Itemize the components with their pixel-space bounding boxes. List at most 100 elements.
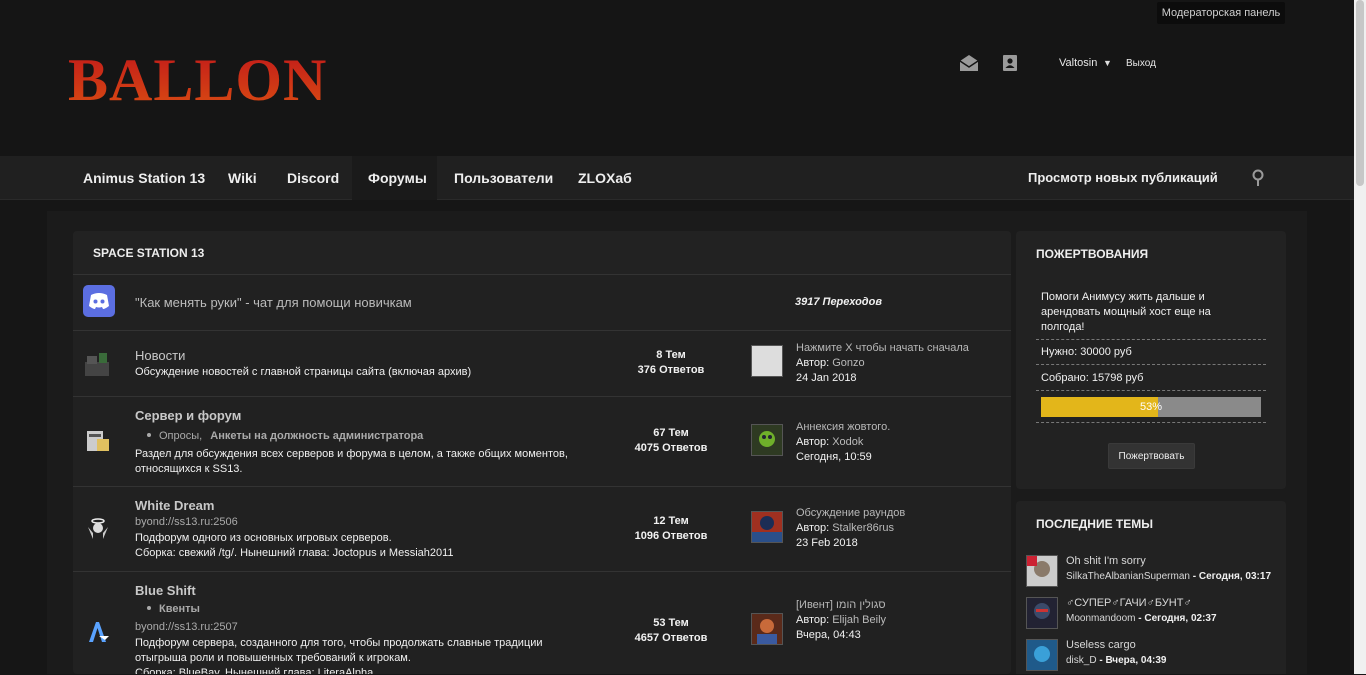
divider — [1036, 422, 1266, 423]
avatar[interactable] — [751, 345, 783, 377]
subforums: Квенты — [135, 603, 200, 615]
forum-row: Blue Shift Квенты byond://ss13.ru:2507 П… — [73, 572, 1011, 674]
forum-title[interactable]: White Dream — [135, 498, 214, 513]
discord-icon — [83, 285, 115, 317]
forum-stats: 8 Тем 376 Ответов — [621, 348, 721, 378]
nav-wiki[interactable]: Wiki — [212, 156, 273, 200]
nav-animus-station[interactable]: Animus Station 13 — [67, 156, 221, 200]
moderator-panel-button[interactable]: Модераторская панель — [1157, 2, 1285, 24]
author-name[interactable]: Gonzo — [832, 357, 864, 369]
forum-title[interactable]: Новости — [135, 348, 185, 363]
latest-topics-widget: ПОСЛЕДНИЕ ТЕМЫ Oh shit I'm sorry SilkaTh… — [1016, 501, 1286, 674]
topic-title[interactable]: ♂СУПЕР♂ГАЧИ♂БУНТ♂ — [1066, 597, 1192, 609]
latest-topic-item[interactable]: Oh shit I'm sorry SilkaTheAlbanianSuperm… — [1026, 555, 1281, 589]
forum-title[interactable]: Сервер и форум — [135, 408, 241, 423]
topic-count: 53 Тем — [653, 617, 689, 629]
mail-icon[interactable] — [959, 54, 979, 72]
topic-count: 12 Тем — [653, 515, 689, 527]
last-post-author: Автор: Elijah Beily — [796, 614, 886, 626]
new-posts-link[interactable]: Просмотр новых публикаций — [1028, 156, 1218, 200]
redirect-row[interactable]: "Как менять руки" - чат для помощи нович… — [73, 275, 1011, 331]
avatar[interactable] — [1026, 597, 1058, 629]
forum-icon — [83, 513, 113, 543]
topic-author[interactable]: Moonmandoom — [1066, 613, 1135, 624]
last-post-date: Вчера, 04:43 — [796, 629, 861, 641]
topic-time: - Вчера, 04:39 — [1096, 655, 1167, 666]
logout-link[interactable]: Выход — [1126, 58, 1156, 69]
map-pin-icon[interactable] — [1252, 169, 1264, 187]
last-post-title[interactable]: [Ивент] סגולין הומו — [796, 599, 886, 611]
forum-stats: 12 Тем 1096 Ответов — [621, 514, 721, 544]
donation-progress-bar: 53% — [1041, 397, 1261, 417]
bullet-icon — [147, 606, 151, 611]
divider — [1036, 390, 1266, 391]
topic-time: - Сегодня, 03:17 — [1189, 571, 1272, 582]
chevron-down-icon[interactable]: ▼ — [1103, 58, 1112, 68]
nav-users[interactable]: Пользователи — [438, 156, 569, 200]
subforum-link[interactable]: Анкеты на должность администратора — [210, 430, 423, 442]
donations-needed: Нужно: 30000 руб — [1041, 346, 1132, 358]
site-logo[interactable]: BALLON KOMBAT — [68, 50, 433, 112]
topic-title[interactable]: Oh shit I'm sorry — [1066, 555, 1146, 567]
description-line: Подфорум одного из основных игровых серв… — [135, 532, 392, 544]
forum-stats: 53 Тем 4657 Ответов — [621, 616, 721, 646]
topic-meta: Moonmandoom - Сегодня, 02:37 — [1066, 613, 1217, 624]
avatar[interactable] — [751, 511, 783, 543]
forum-description: Подфорум одного из основных игровых серв… — [135, 531, 454, 561]
topic-title[interactable]: Useless cargo — [1066, 639, 1136, 651]
nav-discord[interactable]: Discord — [271, 156, 355, 200]
subforum-link[interactable]: Опросы, — [159, 430, 202, 442]
description-line: отыгрыша роли и повышенных требований к … — [135, 652, 411, 664]
last-post-title[interactable]: Аннексия жовтого. — [796, 421, 890, 433]
description-line: Сборка: BlueBay. Нынешний глава: LiteraA… — [135, 667, 374, 674]
forum-icon — [83, 348, 113, 378]
topic-author[interactable]: SilkaTheAlbanianSuperman — [1066, 571, 1190, 582]
forum-row: White Dream byond://ss13.ru:2506 Подфору… — [73, 487, 1011, 572]
author-label: Автор: — [796, 614, 830, 626]
last-post-author: Автор: Stalker86rus — [796, 522, 894, 534]
redirect-title[interactable]: "Как менять руки" - чат для помощи нович… — [135, 295, 412, 310]
server-address[interactable]: byond://ss13.ru:2506 — [135, 516, 238, 528]
reply-count: 1096 Ответов — [634, 530, 708, 542]
description-line: относящихся к SS13. — [135, 463, 243, 475]
last-post-date: 24 Jan 2018 — [796, 372, 857, 384]
topic-meta: SilkaTheAlbanianSuperman - Сегодня, 03:1… — [1066, 571, 1271, 582]
latest-topic-item[interactable]: ♂СУПЕР♂ГАЧИ♂БУНТ♂ Moonmandoom - Сегодня,… — [1026, 597, 1281, 631]
redirect-count: 3917 Переходов — [795, 296, 882, 308]
author-name[interactable]: Elijah Beily — [832, 614, 886, 626]
user-menu[interactable]: Valtosin — [1059, 57, 1097, 69]
forum-description: Раздел для обсуждения всех серверов и фо… — [135, 447, 568, 477]
forum-icon — [83, 616, 113, 646]
divider — [1036, 339, 1266, 340]
topic-meta: disk_D - Вчера, 04:39 — [1066, 655, 1166, 666]
avatar[interactable] — [751, 613, 783, 645]
server-icon — [83, 425, 113, 455]
description-line: Сборка: свежий /tg/. Нынешний глава: Joc… — [135, 547, 454, 559]
donate-button[interactable]: Пожертвовать — [1108, 443, 1195, 469]
main-nav: Animus Station 13 Wiki Discord Форумы По… — [0, 156, 1354, 200]
description-line: Подфорум сервера, созданного для того, ч… — [135, 637, 543, 649]
subforum-link[interactable]: Квенты — [159, 603, 200, 615]
avatar[interactable] — [1026, 639, 1058, 671]
scrollbar-thumb[interactable] — [1356, 0, 1364, 186]
forum-title[interactable]: Blue Shift — [135, 583, 196, 598]
forum-category: SPACE STATION 13 "Как менять руки" - чат… — [73, 231, 1011, 674]
server-address[interactable]: byond://ss13.ru:2507 — [135, 621, 238, 633]
category-title[interactable]: SPACE STATION 13 — [73, 231, 1011, 275]
forum-row: Сервер и форум Опросы, Анкеты на должнос… — [73, 397, 1011, 487]
donations-collected: Собрано: 15798 руб — [1041, 372, 1144, 384]
latest-topic-item[interactable]: Useless cargo disk_D - Вчера, 04:39 — [1026, 639, 1281, 673]
last-post-title[interactable]: Нажмите X чтобы начать сначала — [796, 342, 969, 354]
avatar[interactable] — [1026, 555, 1058, 587]
avatar[interactable] — [751, 424, 783, 456]
author-name[interactable]: Xodok — [832, 436, 863, 448]
donations-widget: ПОЖЕРТВОВАНИЯ Помоги Анимусу жить дальше… — [1016, 231, 1286, 489]
contact-icon[interactable] — [1000, 54, 1020, 72]
author-name[interactable]: Stalker86rus — [832, 522, 894, 534]
topic-author[interactable]: disk_D — [1066, 655, 1097, 666]
nav-zloxab[interactable]: ZLOXаб — [562, 156, 648, 200]
last-post-date: Сегодня, 10:59 — [796, 451, 872, 463]
page-scrollbar[interactable] — [1354, 0, 1366, 674]
nav-forums[interactable]: Форумы — [352, 156, 437, 200]
last-post-title[interactable]: Обсуждение раундов — [796, 507, 905, 519]
